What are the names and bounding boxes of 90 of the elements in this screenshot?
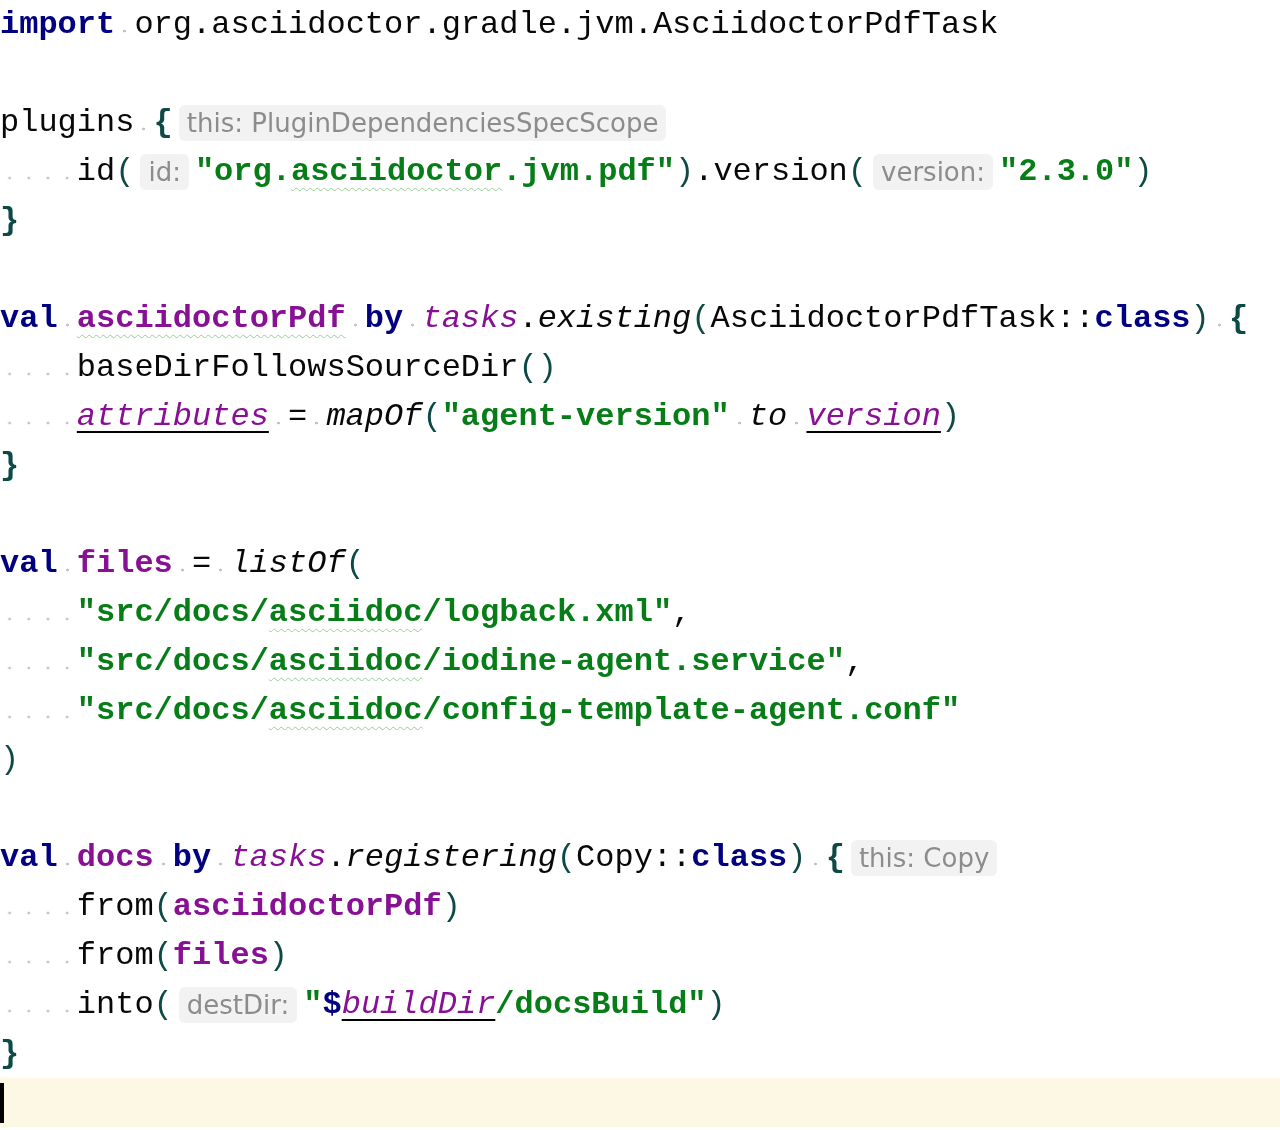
receiver-name: tasks <box>230 841 327 874</box>
string-literal: .jvm.pdf" <box>502 155 675 188</box>
string-literal: /logback.xml" <box>422 596 673 629</box>
parenthesis: ) <box>675 155 695 188</box>
keyword: val <box>0 841 58 874</box>
operator: :: <box>652 841 692 874</box>
parenthesis: ) <box>268 939 289 972</box>
text-cursor <box>0 1082 4 1123</box>
operator: = <box>288 400 308 433</box>
punctuation: . <box>518 302 538 335</box>
brace: } <box>0 1037 20 1070</box>
string-literal: " <box>303 988 323 1021</box>
keyword: val <box>0 547 58 580</box>
parenthesis: ( <box>422 400 442 433</box>
parenthesis: ( <box>691 302 711 335</box>
punctuation: . <box>694 155 714 188</box>
string-literal: asciidoc <box>268 596 423 629</box>
operator: = <box>192 547 212 580</box>
function-name: to <box>748 400 788 433</box>
brace: } <box>0 449 20 482</box>
property-name: files <box>76 547 173 580</box>
parenthesis: ( <box>847 155 867 188</box>
string-literal: /iodine-agent.service" <box>422 645 845 678</box>
string-literal: /docsBuild" <box>495 988 707 1021</box>
parenthesis: ) <box>0 743 20 776</box>
identifier: id <box>76 155 116 188</box>
string-literal: /config-template-agent.conf" <box>422 694 961 727</box>
property-reference: version <box>806 400 941 433</box>
receiver-name: tasks <box>422 302 519 335</box>
punctuation: , <box>672 596 692 629</box>
parenthesis: ) <box>940 400 961 433</box>
string-literal: "src/docs/ <box>76 645 269 678</box>
brace: { <box>153 106 173 139</box>
identifier: into <box>76 988 154 1021</box>
identifier: version <box>713 155 848 188</box>
string-literal: "agent-version" <box>441 400 730 433</box>
string-literal: asciidoctor <box>290 155 503 188</box>
property-name: asciidoctorPdf <box>76 302 346 335</box>
parameter-hint: id: <box>140 153 189 190</box>
parenthesis: ) <box>1133 155 1153 188</box>
template-sign: $ <box>322 988 342 1021</box>
property-reference: attributes <box>76 400 269 433</box>
parameter-hint: destDir: <box>178 986 298 1023</box>
parenthesis: ( <box>518 351 538 384</box>
identifier: baseDirFollowsSourceDir <box>76 351 519 384</box>
brace: } <box>0 204 20 237</box>
identifier: from <box>76 890 154 923</box>
identifier: from <box>76 939 154 972</box>
property-name: files <box>172 939 269 972</box>
keyword: import <box>0 8 116 41</box>
keyword: by <box>364 302 404 335</box>
function-name: registering <box>345 841 557 874</box>
identifier: org.asciidoctor.gradle.jvm.AsciidoctorPdfTask <box>134 8 999 41</box>
keyword: val <box>0 302 58 335</box>
parameter-hint: this: PluginDependenciesSpecScope <box>178 104 667 141</box>
parenthesis: ( <box>153 988 173 1021</box>
identifier: Copy <box>576 841 653 874</box>
property-name: docs <box>76 841 154 874</box>
parameter-hint: this: Copy <box>850 839 998 876</box>
property-name: asciidoctorPdf <box>172 890 442 923</box>
identifier: AsciidoctorPdfTask <box>710 302 1057 335</box>
parenthesis: ( <box>115 155 135 188</box>
string-literal: asciidoc <box>268 694 423 727</box>
parenthesis: ( <box>153 890 173 923</box>
string-literal: asciidoc <box>268 645 423 678</box>
string-literal: "src/docs/ <box>76 596 269 629</box>
identifier: plugins <box>0 106 135 139</box>
punctuation: . <box>326 841 346 874</box>
keyword: class <box>1094 302 1191 335</box>
function-name: listOf <box>230 547 346 580</box>
keyword: by <box>172 841 212 874</box>
parenthesis: ) <box>787 841 807 874</box>
punctuation: , <box>844 645 865 678</box>
string-literal: "src/docs/ <box>76 694 269 727</box>
parenthesis: ) <box>706 988 726 1021</box>
brace: { <box>1228 302 1249 335</box>
string-literal: "org. <box>194 155 291 188</box>
brace: { <box>825 841 845 874</box>
string-literal: "2.3.0" <box>999 155 1134 188</box>
parenthesis: ( <box>153 939 173 972</box>
parenthesis: ) <box>441 890 461 923</box>
parameter-hint: version: <box>873 153 993 190</box>
parenthesis: ( <box>556 841 577 874</box>
operator: :: <box>1056 302 1095 335</box>
property-reference: buildDir <box>341 988 496 1021</box>
parenthesis: ) <box>537 351 557 384</box>
keyword: class <box>691 841 788 874</box>
parenthesis: ) <box>1190 302 1210 335</box>
function-name: existing <box>537 302 692 335</box>
function-name: mapOf <box>326 400 423 433</box>
